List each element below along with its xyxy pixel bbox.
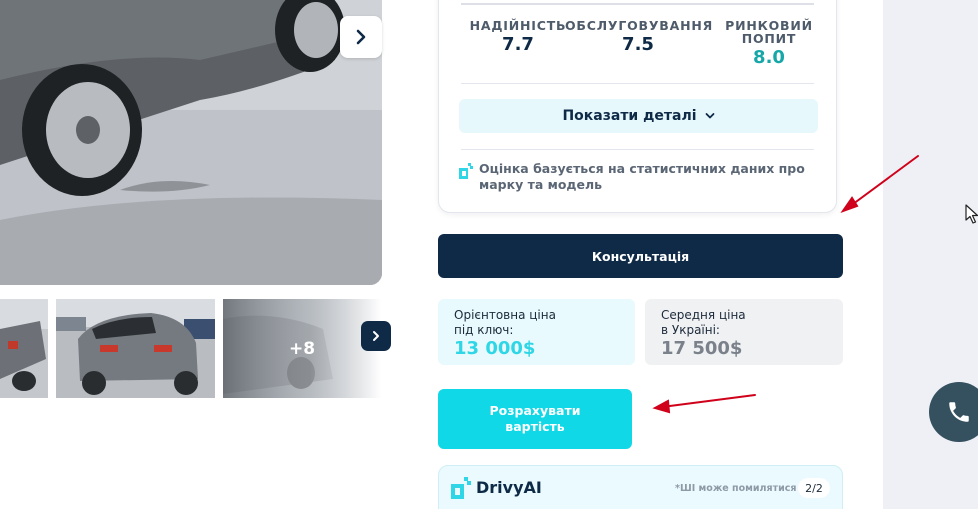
score-bar — [461, 3, 814, 5]
annotation-arrowhead-icon — [840, 196, 859, 213]
estimated-price-label-line1: Орієнтовна ціна — [454, 308, 556, 322]
drivy-logo-icon — [451, 477, 471, 499]
thumbnail-1[interactable] — [0, 299, 48, 398]
divider — [461, 83, 814, 84]
more-photos-label: +8 — [288, 338, 316, 359]
metric-label: НАДІЙНІСТЬ — [469, 18, 567, 33]
thumbnail-2[interactable] — [56, 299, 215, 398]
metric-reliability: НАДІЙНІСТЬ 7.7 — [459, 19, 577, 55]
photo-next-button[interactable] — [340, 16, 382, 58]
show-details-label: Показати деталі — [562, 108, 697, 124]
metric-value: 7.7 — [502, 34, 534, 55]
drivy-logo-icon — [459, 163, 473, 179]
phone-icon — [949, 402, 969, 422]
thumbnails-next-button[interactable] — [361, 321, 391, 351]
estimated-price-box: Орієнтовна ціна під ключ: 13 000$ — [438, 299, 635, 365]
drivy-ai-title: DrivyAI — [476, 478, 542, 497]
metric-value: 8.0 — [753, 47, 785, 68]
average-price-label-line2: в Україні: — [661, 323, 720, 337]
estimated-price-label-line2: під ключ: — [454, 323, 514, 337]
car-image — [0, 0, 382, 285]
chevron-down-icon — [705, 113, 714, 119]
metric-market-demand: РИНКОВИЙ ПОПИТ 8.0 — [719, 19, 819, 68]
show-details-button[interactable]: Показати деталі — [459, 99, 818, 133]
average-price-label-line1: Середня ціна — [661, 308, 746, 322]
chevron-right-icon — [356, 29, 366, 45]
annotation-arrow-icon — [661, 394, 756, 408]
thumbnail-3[interactable]: +8 — [223, 299, 381, 398]
calculate-label-line1: Розрахувати — [489, 403, 581, 418]
consultation-button[interactable]: Консультація — [438, 234, 843, 278]
average-price-value: 17 500$ — [661, 338, 743, 359]
rating-note-text: Оцінка базується на статистичних даних п… — [479, 161, 805, 192]
ai-warning-text: *ШІ може помилятися — [675, 483, 797, 494]
rating-note: Оцінка базується на статистичних даних п… — [459, 161, 809, 193]
chevron-right-icon — [373, 331, 379, 341]
metric-maintenance: ОБСЛУГОВУВАННЯ 7.5 — [565, 18, 714, 55]
calculate-label-line2: вартість — [505, 419, 565, 434]
metric-label: ПОПИТ — [741, 31, 797, 46]
thumbnail-image — [56, 299, 215, 398]
divider — [461, 149, 814, 150]
thumbnail-image — [0, 299, 48, 398]
main-car-photo[interactable] — [0, 0, 382, 285]
metric-value: 7.5 — [622, 34, 654, 55]
calculate-cost-button[interactable]: Розрахувати вартість — [438, 389, 632, 449]
ai-counter-badge: 2/2 — [798, 478, 830, 498]
estimated-price-value: 13 000$ — [454, 338, 536, 359]
average-price-box: Середня ціна в Україні: 17 500$ — [645, 299, 843, 365]
page: +8 НАДІЙНІСТЬ 7.7 ОБСЛУГОВУВАННЯ 7.5 РИН… — [0, 0, 978, 509]
score-card: НАДІЙНІСТЬ 7.7 ОБСЛУГОВУВАННЯ 7.5 РИНКОВ… — [438, 0, 837, 213]
mouse-cursor-icon — [965, 204, 978, 224]
drivy-ai-panel: DrivyAI *ШІ може помилятися 2/2 — [438, 465, 843, 509]
annotation-arrowhead-icon — [652, 399, 671, 414]
metric-label: ОБСЛУГОВУВАННЯ — [565, 18, 714, 33]
